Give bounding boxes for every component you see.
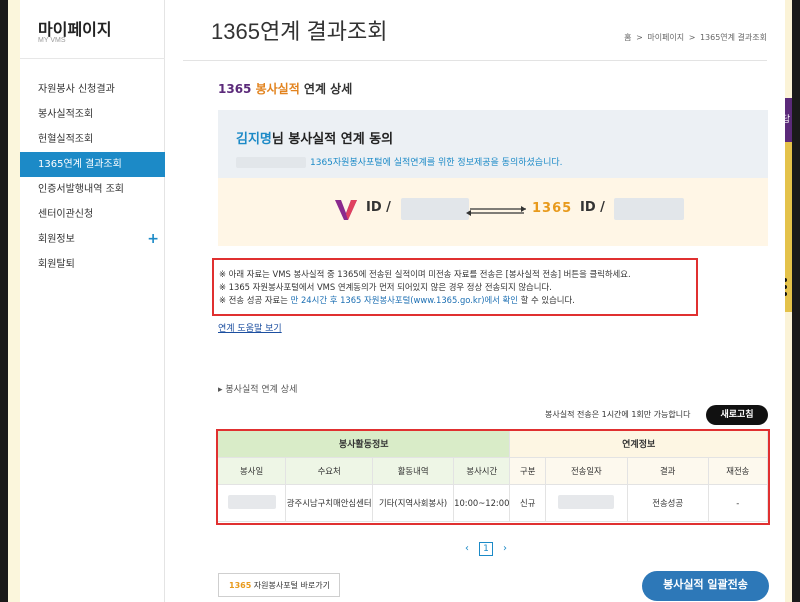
- sidebar-item-label: 회원탈퇴: [38, 259, 75, 270]
- consent-box: 김지명님 봉사실적 연계 동의 1365자원봉사포털에 실적연계를 위한 정보제…: [218, 110, 768, 246]
- detail-subhead: ▸ 봉사실적 연계 상세: [218, 385, 298, 395]
- sidebar-item-label: 봉사실적조회: [38, 109, 94, 120]
- col-header-type: 구분: [509, 457, 547, 485]
- prev-page-icon[interactable]: ‹: [465, 543, 469, 554]
- section-title-1365: 1365: [218, 82, 252, 96]
- sidebar-item-label: 자원봉사 신청결과: [38, 84, 115, 95]
- vms-logo-icon: [335, 200, 357, 220]
- consent-title-suffix: 님 봉사실적 연계 동의: [271, 132, 394, 147]
- record-table: 봉사활동정보 연계정보 봉사일 수요처 활동내역 봉사시간 구분 전송일자 결과…: [216, 429, 770, 525]
- sidebar-item-label: 1365연계 결과조회: [38, 159, 122, 170]
- notice-line-3-a: ※ 전송 성공 자료는: [219, 295, 291, 305]
- user-name: 김지명: [236, 132, 272, 147]
- col-header-org: 수요처: [285, 457, 374, 485]
- sidebar-item-volunteer-apply-result[interactable]: 자원봉사 신청결과: [20, 77, 165, 102]
- sidebar-menu: 자원봉사 신청결과 봉사실적조회 헌혈실적조회 1365연계 결과조회 인증서발…: [20, 77, 165, 277]
- consent-message: 1365자원봉사포털에 실적연계를 위한 정보제공을 동의하셨습니다.: [310, 158, 563, 168]
- col-header-activity: 활동내역: [372, 457, 455, 485]
- page: 답 마이페이지 MY VMS 자원봉사 신청결과 봉사실적조회 헌혈실적조회 1…: [8, 0, 792, 602]
- redacted-date: [227, 494, 276, 509]
- col-header-date: 봉사일: [218, 457, 287, 485]
- screen-frame: 답 마이페이지 MY VMS 자원봉사 신청결과 봉사실적조회 헌혈실적조회 1…: [0, 0, 800, 602]
- sidebar-item-volunteer-record[interactable]: 봉사실적조회: [20, 102, 165, 127]
- logo-1365-icon: 1365: [532, 201, 573, 216]
- group-header-link: 연계정보: [509, 431, 768, 458]
- page-1[interactable]: 1: [479, 542, 493, 556]
- detail-subhead-label: 봉사실적 연계 상세: [225, 385, 298, 395]
- notice-line-1: ※ 아래 자료는 VMS 봉사실적 중 1365에 전송된 실적이며 미전송 자…: [219, 269, 631, 279]
- col-header-send-date: 전송일자: [545, 457, 628, 485]
- col-header-hours: 봉사시간: [453, 457, 511, 485]
- cell-org: 광주시남구치매안심센터: [285, 484, 374, 522]
- send-limit-note: 봉사실적 전송은 1시간에 1회만 가능합니다: [545, 410, 691, 419]
- sidebar-item-member-info[interactable]: 회원정보 +: [20, 227, 165, 252]
- breadcrumb-separator: >: [688, 33, 696, 42]
- sidebar-item-label: 인증서발행내역 조회: [38, 184, 124, 195]
- redacted-portal-id: [614, 198, 684, 220]
- consent-info: 김지명님 봉사실적 연계 동의 1365자원봉사포털에 실적연계를 위한 정보제…: [218, 110, 768, 178]
- sidebar-item-withdraw[interactable]: 회원탈퇴: [20, 252, 165, 277]
- portal-logo-icon: 1365: [229, 581, 252, 590]
- redacted-date: [236, 157, 306, 168]
- breadcrumb-home[interactable]: 홈: [624, 33, 631, 42]
- bulk-send-button[interactable]: 봉사실적 일괄전송: [642, 571, 769, 601]
- breadcrumb-current: 1365연계 결과조회: [699, 33, 767, 42]
- cell-send-date: [545, 484, 628, 522]
- sidebar-item-certificate-history[interactable]: 인증서발행내역 조회: [20, 177, 165, 202]
- breadcrumb-separator: >: [636, 33, 643, 42]
- sidebar-divider: [20, 58, 165, 59]
- section-title-record: 봉사실적: [251, 82, 300, 96]
- breadcrumb: 홈 > 마이페이지 > 1365연계 결과조회: [622, 32, 767, 43]
- portal-id-label: ID /: [580, 200, 605, 215]
- pagination: ‹ 1 ›: [465, 542, 507, 556]
- portal-shortcut-button[interactable]: 1365 자원봉사포털 바로가기: [218, 573, 340, 597]
- sidebar: 마이페이지 MY VMS 자원봉사 신청결과 봉사실적조회 헌혈실적조회 136…: [20, 0, 165, 602]
- sidebar-item-label: 센터이관신청: [38, 209, 94, 220]
- record-table-grid: 봉사활동정보 연계정보 봉사일 수요처 활동내역 봉사시간 구분 전송일자 결과…: [218, 431, 769, 522]
- sidebar-item-label: 회원정보: [38, 234, 75, 245]
- notice-line-3: ※ 전송 성공 자료는 만 24시간 후 1365 자원봉사포털(www.136…: [219, 294, 696, 307]
- notice-line-3-highlight: 만 24시간 후 1365 자원봉사포털(www.1365.go.kr)에서 확…: [290, 295, 518, 305]
- redacted-send-date: [558, 494, 615, 509]
- page-title: 1365연계 결과조회: [211, 19, 388, 44]
- sidebar-item-center-transfer[interactable]: 센터이관신청: [20, 202, 165, 227]
- notice-line-2: ※ 1365 자원봉사포털에서 VMS 연계동의가 먼저 되어있지 않은 경우 …: [219, 282, 552, 292]
- col-header-resend: 재전송: [708, 457, 769, 485]
- cell-activity: 기타(지역사회봉사): [372, 484, 455, 522]
- consent-message-row: 1365자원봉사포털에 실적연계를 위한 정보제공을 동의하셨습니다.: [236, 155, 768, 168]
- sidebar-item-blood-donation[interactable]: 헌혈실적조회: [20, 127, 165, 152]
- cell-type: 신규: [509, 484, 547, 522]
- left-decoration: [8, 0, 20, 602]
- notice-line-3-c: 할 수 있습니다.: [517, 295, 575, 305]
- table-row: 광주시남구치매안심센터 기타(지역사회봉사) 10:00~12:00 신규 전송…: [218, 484, 769, 522]
- expand-plus-icon[interactable]: +: [147, 227, 159, 252]
- vms-id-label: ID /: [366, 200, 391, 215]
- next-page-icon[interactable]: ›: [503, 543, 507, 554]
- cell-hours: 10:00~12:00: [453, 484, 511, 522]
- account-link-row: ID / 1365 ID /: [218, 178, 768, 246]
- breadcrumb-mypage[interactable]: 마이페이지: [647, 33, 684, 42]
- col-header-result: 결과: [627, 457, 709, 485]
- sidebar-item-label: 헌혈실적조회: [38, 134, 94, 145]
- sidebar-item-1365-link-result[interactable]: 1365연계 결과조회: [20, 152, 165, 177]
- title-divider: [183, 60, 767, 61]
- cell-result: 전송성공: [627, 484, 709, 522]
- section-title: 1365 봉사실적 연계 상세: [218, 80, 352, 97]
- main-content: 1365연계 결과조회 홈 > 마이페이지 > 1365연계 결과조회 1365…: [165, 0, 785, 602]
- redacted-vms-id: [401, 198, 469, 220]
- portal-shortcut-label: 자원봉사포털 바로가기: [251, 581, 330, 590]
- section-title-detail: 연계 상세: [299, 82, 353, 96]
- notice-box: ※ 아래 자료는 VMS 봉사실적 중 1365에 전송된 실적이며 미전송 자…: [212, 258, 698, 316]
- cell-date: [218, 484, 287, 522]
- sidebar-subtitle: MY VMS: [38, 37, 66, 44]
- refresh-button[interactable]: 새로고침: [706, 405, 768, 425]
- cell-resend: -: [708, 484, 769, 522]
- link-arrows-icon: [466, 206, 526, 216]
- consent-title: 김지명님 봉사실적 연계 동의: [236, 128, 768, 147]
- help-link[interactable]: 연계 도움말 보기: [218, 321, 282, 334]
- group-header-activity: 봉사활동정보: [218, 431, 511, 458]
